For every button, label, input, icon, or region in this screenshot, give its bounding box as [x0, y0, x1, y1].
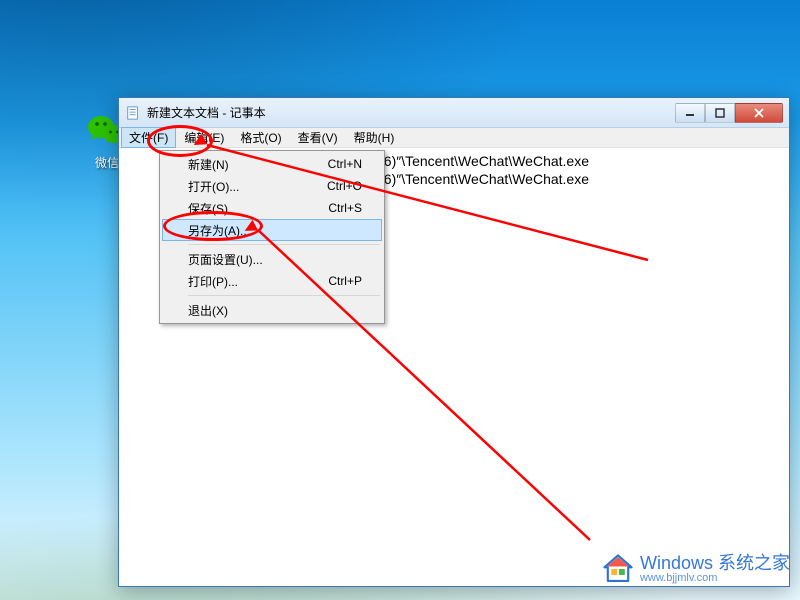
menu-format[interactable]: 格式(O)	[232, 127, 289, 148]
menu-separator	[188, 244, 380, 245]
menu-open[interactable]: 打开(O)... Ctrl+O	[162, 175, 382, 197]
file-menu-dropdown: 新建(N) Ctrl+N 打开(O)... Ctrl+O 保存(S) Ctrl+…	[159, 150, 385, 324]
menu-edit[interactable]: 编辑(E)	[176, 127, 232, 148]
watermark-sub: www.bjjmlv.com	[640, 573, 790, 585]
close-button[interactable]	[735, 103, 783, 123]
menu-save[interactable]: 保存(S) Ctrl+S	[162, 197, 382, 219]
window-title: 新建文本文档 - 记事本	[147, 104, 675, 121]
minimize-button[interactable]	[675, 103, 705, 123]
menu-new[interactable]: 新建(N) Ctrl+N	[162, 153, 382, 175]
titlebar[interactable]: 新建文本文档 - 记事本	[119, 98, 789, 128]
text-line-2: x86)″\Tencent\WeChat\WeChat.exe	[369, 170, 589, 188]
watermark-main: Windows 系统之家	[640, 554, 790, 573]
notepad-icon	[125, 105, 141, 121]
maximize-button[interactable]	[705, 103, 735, 123]
menu-exit[interactable]: 退出(X)	[162, 299, 382, 321]
menu-separator	[188, 295, 380, 296]
text-line-1: x86)″\Tencent\WeChat\WeChat.exe	[369, 152, 589, 170]
menu-file[interactable]: 文件(F)	[121, 127, 176, 148]
menu-print[interactable]: 打印(P)... Ctrl+P	[162, 270, 382, 292]
menu-pagesetup[interactable]: 页面设置(U)...	[162, 248, 382, 270]
menu-help[interactable]: 帮助(H)	[346, 127, 403, 148]
menu-view[interactable]: 查看(V)	[290, 127, 346, 148]
menu-saveas[interactable]: 另存为(A)...	[162, 219, 382, 241]
menubar: 文件(F) 编辑(E) 格式(O) 查看(V) 帮助(H)	[119, 128, 789, 148]
house-icon	[600, 552, 636, 586]
watermark: Windows 系统之家 www.bjjmlv.com	[600, 552, 790, 586]
